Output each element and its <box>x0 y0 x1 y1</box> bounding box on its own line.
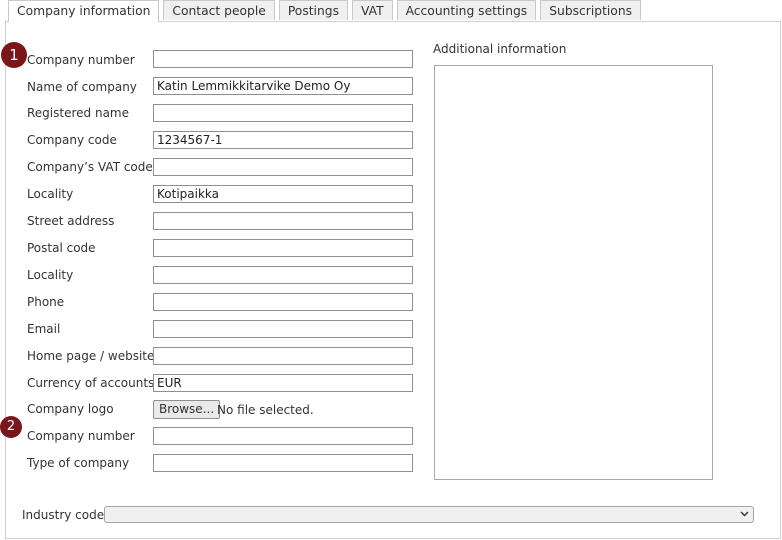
tab-vat[interactable]: VAT <box>351 0 393 20</box>
currency-label: Currency of accounts <box>27 376 155 390</box>
chevron-down-icon <box>740 506 749 520</box>
file-status-text: No file selected. <box>217 403 314 417</box>
phone-label: Phone <box>27 295 65 309</box>
domicile-label: Locality <box>27 187 74 201</box>
website-input[interactable] <box>153 347 413 365</box>
company-name-input[interactable] <box>153 77 413 95</box>
phone-input[interactable] <box>153 293 413 311</box>
registered-name-label: Registered name <box>27 106 129 120</box>
company-number-input[interactable] <box>153 50 413 68</box>
company-number-label: Company number <box>27 53 135 67</box>
company-code-label: Company code <box>27 133 117 147</box>
email-input[interactable] <box>153 320 413 338</box>
tab-subscriptions[interactable]: Subscriptions <box>540 0 642 20</box>
tab-postings[interactable]: Postings <box>278 0 348 20</box>
registered-name-input[interactable] <box>153 104 413 122</box>
locality-input[interactable] <box>153 266 413 284</box>
street-address-label: Street address <box>27 214 115 228</box>
tab-bar: Company information Contact people Posti… <box>8 0 645 22</box>
street-address-input[interactable] <box>153 212 413 230</box>
locality-label: Locality <box>27 268 74 282</box>
step-badge-1: 1 <box>1 42 27 68</box>
postal-code-input[interactable] <box>153 239 413 257</box>
step-badge-2: 2 <box>0 416 22 438</box>
company-number-2-input[interactable] <box>153 427 413 445</box>
company-number-2-label: Company number <box>27 429 135 443</box>
company-type-label: Type of company <box>27 456 130 470</box>
tab-contact-people[interactable]: Contact people <box>163 0 275 20</box>
tab-accounting-settings[interactable]: Accounting settings <box>396 0 537 20</box>
additional-information-textarea[interactable] <box>434 65 713 480</box>
website-label: Home page / website <box>27 349 155 363</box>
tab-company-information[interactable]: Company information <box>8 0 160 22</box>
currency-input[interactable] <box>153 374 413 392</box>
email-label: Email <box>27 322 61 336</box>
company-type-input[interactable] <box>153 454 413 472</box>
postal-code-label: Postal code <box>27 241 96 255</box>
browse-button[interactable]: Browse... <box>153 400 221 419</box>
vat-code-input[interactable] <box>153 158 413 176</box>
company-code-input[interactable] <box>153 131 413 149</box>
domicile-input[interactable] <box>153 185 413 203</box>
company-name-label: Name of company <box>27 80 137 94</box>
industry-code-select[interactable] <box>104 506 754 523</box>
industry-code-label: Industry code <box>22 508 105 522</box>
company-logo-label: Company logo <box>27 402 114 416</box>
additional-information-label: Additional information <box>433 42 567 56</box>
vat-code-label: Company’s VAT code <box>27 160 153 174</box>
